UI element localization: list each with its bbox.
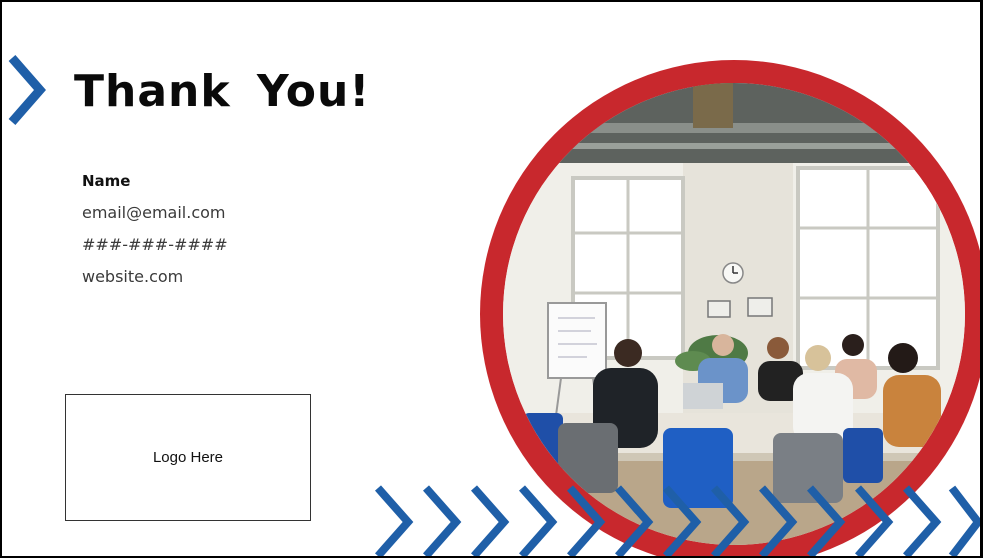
meeting-room-photo [503,83,965,545]
meeting-illustration [503,83,965,545]
contact-phone: ###-###-#### [82,235,228,254]
contact-email: email@email.com [82,203,226,222]
logo-placeholder-label: Logo Here [152,449,224,466]
chevron-right-icon [807,485,846,556]
chevron-right-icon [711,485,750,556]
chevron-right-icon [903,485,942,556]
chevron-right-icon [948,485,980,556]
chevron-right-icon [759,485,798,556]
chevron-right-icon [663,485,702,556]
chevron-right-icon [519,485,558,556]
chevron-right-icon [8,55,46,125]
chevron-right-icon [423,485,462,556]
chevron-right-icon [567,485,606,556]
contact-website: website.com [82,267,184,286]
chevron-row [375,485,980,556]
contact-name: Name [82,172,131,190]
chevron-right-icon [855,485,894,556]
chevron-right-icon [471,485,510,556]
contact-block: Name email@email.com ###-###-#### websit… [82,170,228,298]
chevron-right-icon [375,485,414,556]
slide: Thank You! Name email@email.com ###-###-… [0,0,983,558]
logo-placeholder: Logo Here [65,394,311,521]
page-title: Thank You! [74,66,371,117]
chevron-right-icon [615,485,654,556]
